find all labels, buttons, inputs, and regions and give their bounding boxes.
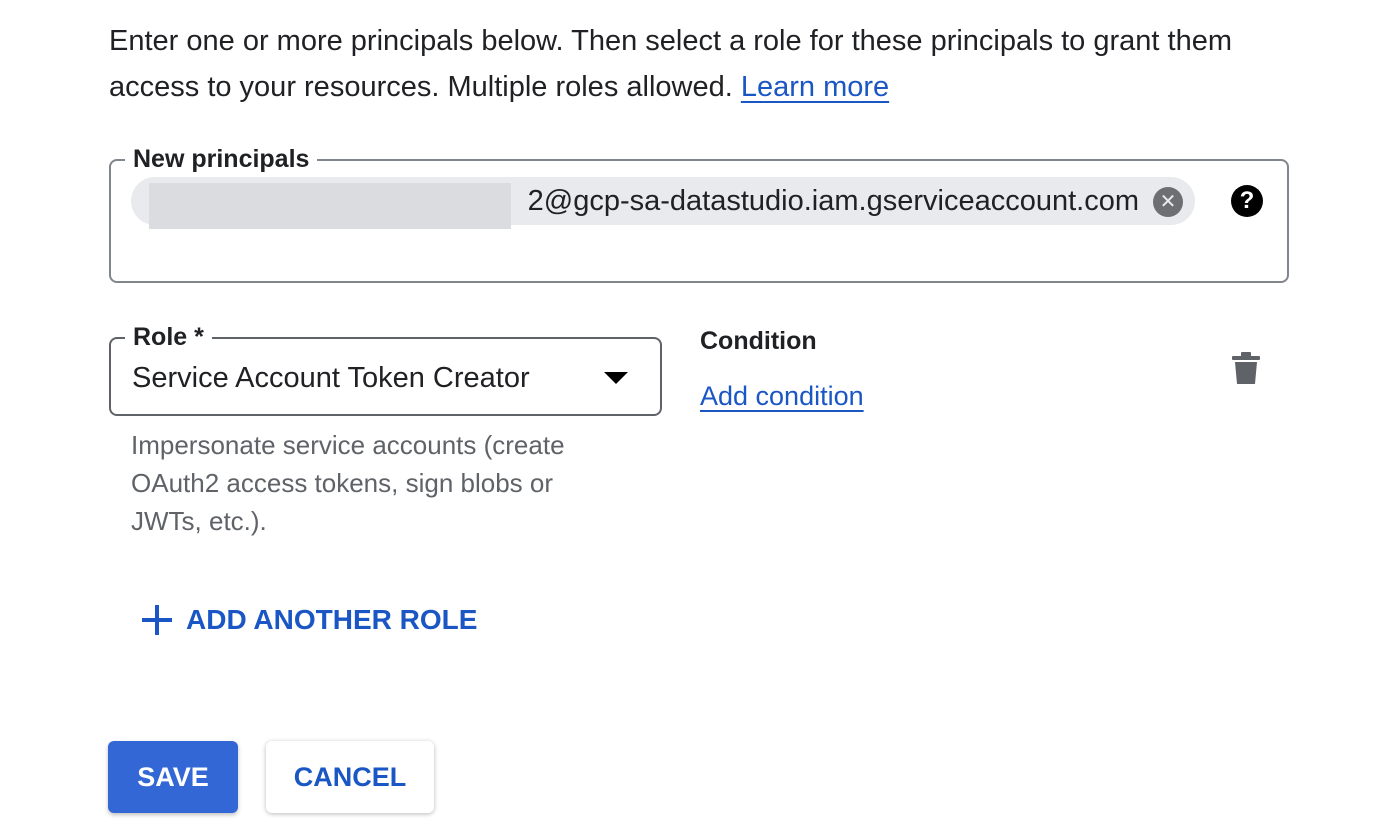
- add-condition-link[interactable]: Add condition: [700, 378, 864, 414]
- new-principals-field[interactable]: New principals 2@gcp-sa-datastudio.iam.g…: [109, 143, 1289, 283]
- add-another-role-label: ADD ANOTHER ROLE: [186, 604, 478, 635]
- role-selected-value: Service Account Token Creator: [132, 362, 530, 394]
- condition-title: Condition: [700, 327, 817, 355]
- grant-access-form: Enter one or more principals below. Then…: [0, 0, 1400, 840]
- role-description: Impersonate service accounts (create OAu…: [131, 430, 565, 536]
- cancel-button[interactable]: CANCEL: [266, 741, 434, 813]
- learn-more-link[interactable]: Learn more: [741, 71, 889, 103]
- plus-icon: [142, 605, 172, 635]
- principal-chip[interactable]: 2@gcp-sa-datastudio.iam.gserviceaccount.…: [131, 177, 1195, 229]
- dropdown-arrow-icon: [604, 372, 628, 384]
- intro-text: Enter one or more principals below. Then…: [109, 25, 1232, 103]
- add-another-role-button[interactable]: ADD ANOTHER ROLE: [142, 598, 477, 642]
- save-button[interactable]: SAVE: [108, 741, 238, 813]
- help-icon[interactable]: ?: [1231, 185, 1263, 217]
- intro-paragraph: Enter one or more principals below. Then…: [109, 18, 1329, 110]
- remove-chip-icon[interactable]: ✕: [1153, 187, 1183, 217]
- role-select[interactable]: Role * Service Account Token Creator: [109, 321, 662, 416]
- new-principals-label: New principals: [125, 143, 318, 175]
- role-label: Role *: [125, 321, 212, 353]
- delete-role-icon[interactable]: [1232, 352, 1260, 384]
- redacted-area: [149, 183, 511, 229]
- principal-chip-text: 2@gcp-sa-datastudio.iam.gserviceaccount.…: [527, 185, 1139, 217]
